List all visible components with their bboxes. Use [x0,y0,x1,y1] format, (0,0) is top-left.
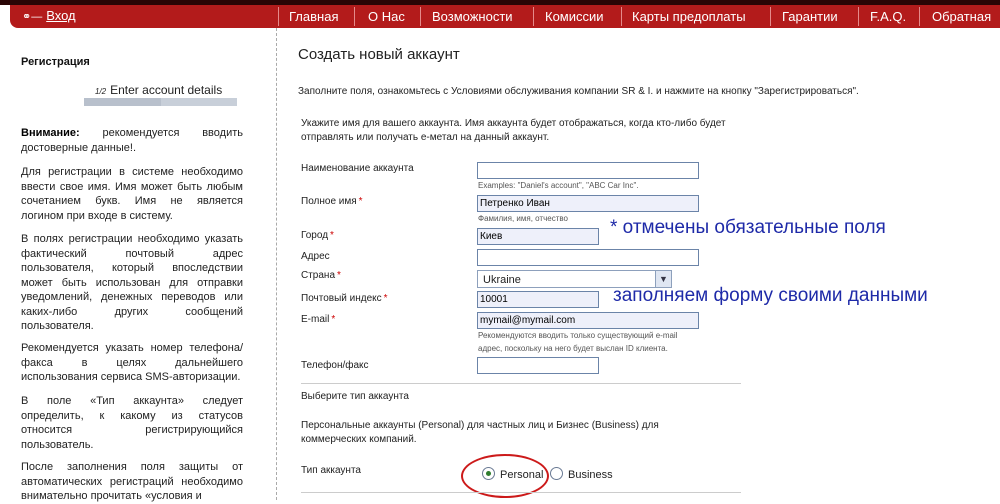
full-name-label: Полное имя * [301,196,363,207]
nav-home[interactable]: Главная [289,9,338,24]
required-mark: * [330,230,334,241]
step-indicator: 1/2 Enter account details [95,83,222,97]
section-divider [301,383,741,384]
email-input[interactable] [477,312,699,329]
nav-prepaid-cards[interactable]: Карты предоплаты [632,9,746,24]
sidebar-paragraph-captcha: После заполнения поля защиты от автомати… [21,461,243,502]
account-name-hint: Examples: "Daniel's account", "ABC Car I… [478,181,639,190]
account-type-section-title: Выберите тип аккаунта [301,391,409,402]
radio-business[interactable] [550,467,563,480]
account-type-description: Персональные аккаунты (Personal) для час… [301,420,659,445]
nav-separator [770,7,771,26]
login-link[interactable]: ⚭— Вход [22,8,76,23]
postal-code-label-text: Почтовый индекс [301,293,382,304]
sidebar-warning: Внимание: рекомендуется вводить достовер… [21,126,243,155]
city-label: Город * [301,230,334,241]
nav-separator [858,7,859,26]
account-type-label: Тип аккаунта [301,465,361,476]
radio-business-label[interactable]: Business [568,469,613,481]
sidebar-title: Регистрация [21,56,90,68]
key-icon: ⚭— [22,11,43,23]
sidebar-paragraph-name: Для регистрации в системе необходимо вве… [21,166,243,222]
email-hint-line2: адрес, поскольку на него будет выслан ID… [478,344,668,353]
email-label-text: E-mail [301,314,330,325]
warning-label: Внимание: [21,127,80,139]
step-progress-fill [84,98,161,106]
nav-separator [354,7,355,26]
section-divider-bottom [301,492,741,493]
email-label: E-mail * [301,314,335,325]
account-name-description: Укажите имя для вашего аккаунта. Имя акк… [301,118,726,143]
country-label: Страна * [301,270,341,281]
nav-about[interactable]: О Нас [368,9,405,24]
city-label-text: Город [301,230,329,241]
address-label: Адрес [301,251,330,262]
account-name-input[interactable] [477,162,699,179]
column-divider [276,28,277,500]
required-mark: * [358,196,363,207]
nav-fees[interactable]: Комиссии [545,9,604,24]
step-label: Enter account details [110,83,223,97]
postal-code-label: Почтовый индекс * [301,293,388,304]
required-mark: * [383,293,388,304]
nav-separator [533,7,534,26]
nav-separator [919,7,920,26]
city-input[interactable] [477,228,599,245]
email-hint-line1: Рекомендуются вводить только существующи… [478,331,678,340]
nav-separator [621,7,622,26]
nav-separator [420,7,421,26]
main-navigation: ⚭— Вход Главная О Нас Возможности Комисси… [10,5,1000,28]
required-mark: * [331,314,336,325]
full-name-hint: Фамилия, имя, отчество [478,214,568,223]
full-name-input[interactable] [477,195,699,212]
required-fields-annotation: * отмечены обязательные поля [610,217,886,238]
country-selected-value: Ukraine [483,274,521,286]
required-mark: * [337,270,341,281]
full-name-label-text: Полное имя [301,196,357,207]
step-progress-bar [84,98,237,106]
phone-input[interactable] [477,357,599,374]
sidebar-paragraph-phone: Рекомендуется указать номер телефона/фак… [21,342,243,383]
intro-text: Заполните поля, ознакомьтесь с Условиями… [298,86,859,97]
country-label-text: Страна [301,270,336,281]
nav-faq[interactable]: F.A.Q. [870,9,906,24]
postal-code-input[interactable] [477,291,599,308]
step-fraction: 1/2 [95,87,107,96]
login-label: Вход [46,8,76,23]
sidebar-paragraph-account-type: В поле «Тип аккаунта» следует определить… [21,395,243,451]
address-input[interactable] [477,249,699,266]
nav-features[interactable]: Возможности [432,9,513,24]
phone-label: Телефон/факс [301,360,369,371]
nav-separator [278,7,279,26]
nav-guarantees[interactable]: Гарантии [782,9,838,24]
account-name-label: Наименование аккаунта [301,163,414,174]
sidebar-paragraph-address: В полях регистрации необходимо указать ф… [21,233,243,332]
nav-feedback[interactable]: Обратная [932,9,991,24]
fill-form-annotation: заполняем форму своими данными [613,285,928,306]
page-title: Создать новый аккаунт [298,46,460,63]
